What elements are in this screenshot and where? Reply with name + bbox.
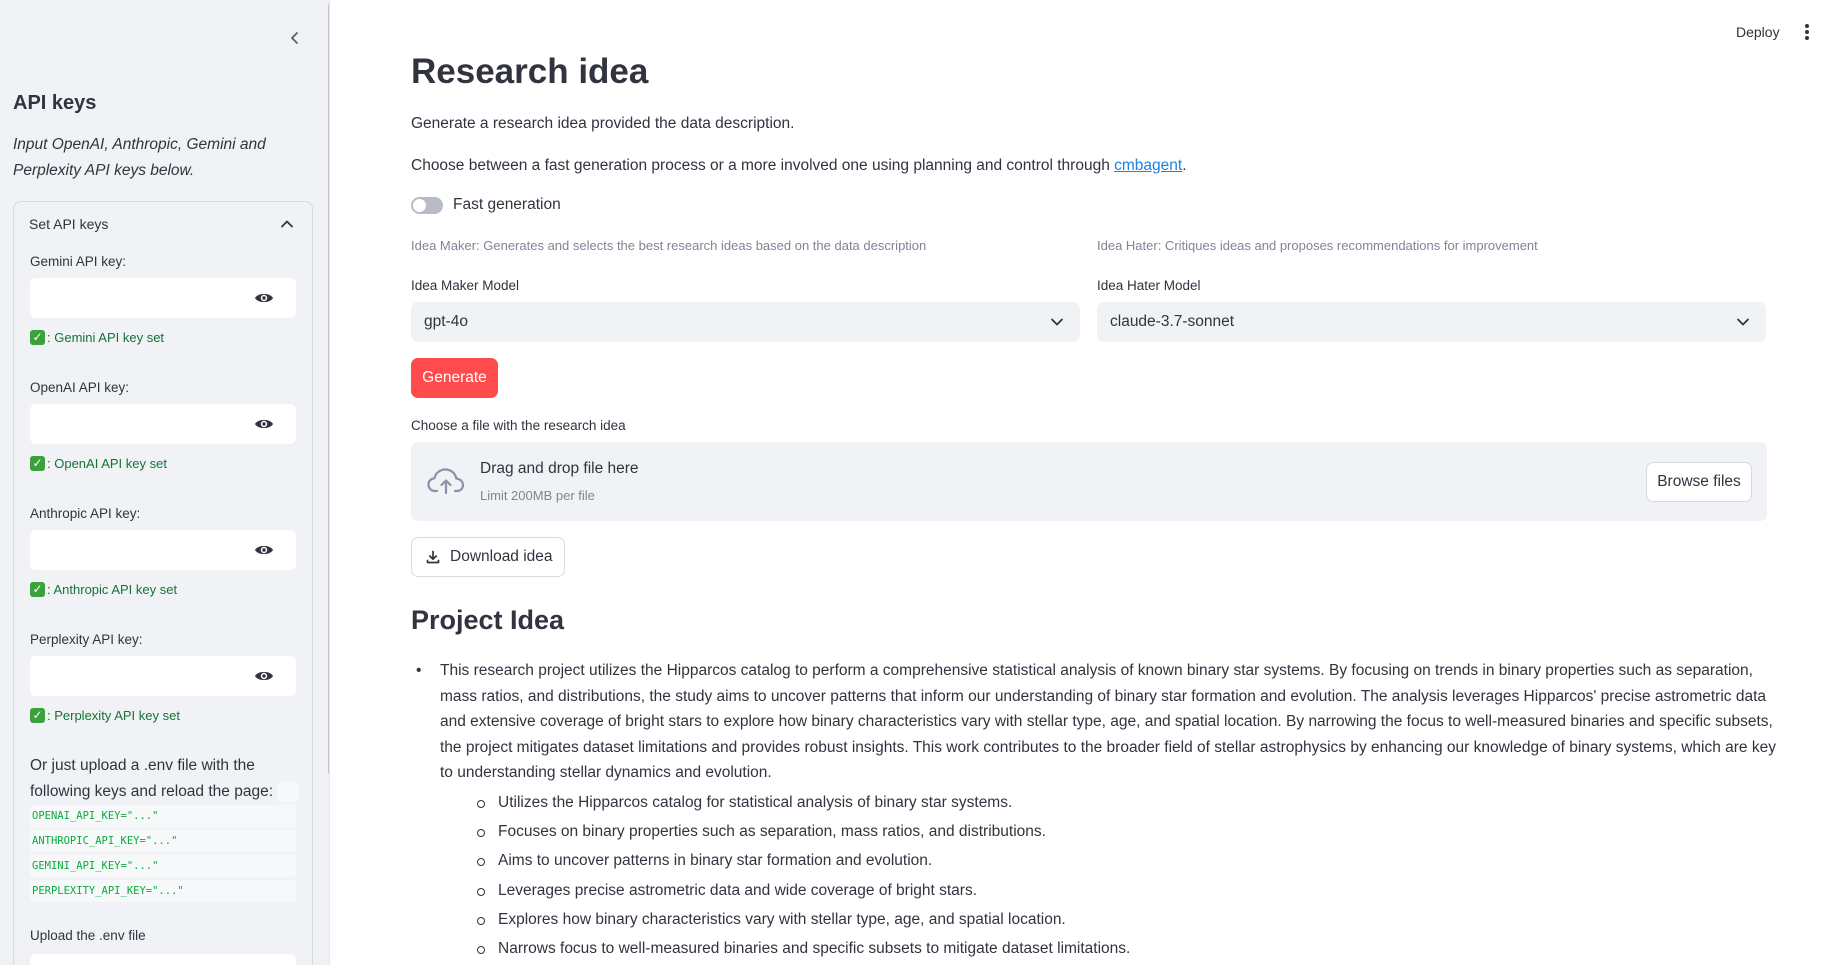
idea-maker-model-select[interactable]: gpt-4o — [411, 302, 1080, 342]
gemini-key-label: Gemini API key: — [30, 254, 127, 269]
env-code-line: OPENAI_API_KEY="..." — [30, 805, 296, 827]
cloud-upload-icon — [427, 468, 465, 495]
dropzone-title: Drag and drop file here — [480, 460, 639, 477]
gemini-key-input[interactable] — [30, 278, 296, 318]
generate-button[interactable]: Generate — [411, 358, 498, 398]
list-item: Narrows focus to well-measured binaries … — [477, 936, 1791, 965]
anthropic-status-text: : Anthropic API key set — [47, 582, 178, 597]
list-item: Explores how binary characteristics vary… — [477, 907, 1791, 936]
openai-key-label: OpenAI API key: — [30, 380, 130, 395]
idea-hater-model-label: Idea Hater Model — [1097, 278, 1201, 293]
inline-code — [277, 781, 300, 802]
toggle-switch[interactable] — [411, 196, 443, 214]
env-upload-dropzone[interactable] — [30, 954, 296, 965]
chevron-up-icon — [281, 220, 293, 228]
project-idea-content: This research project utilizes the Hippa… — [411, 658, 1791, 965]
deploy-button[interactable]: Deploy — [1736, 24, 1780, 40]
eye-icon[interactable] — [254, 668, 274, 684]
eye-icon[interactable] — [254, 416, 274, 432]
anthropic-key-input[interactable] — [30, 530, 296, 570]
check-icon: ✓ — [30, 582, 45, 597]
file-upload-label: Choose a file with the research idea — [411, 418, 626, 433]
fast-generation-toggle[interactable]: Fast generation — [411, 196, 561, 214]
sidebar-scrollbar[interactable] — [328, 4, 329, 774]
check-icon: ✓ — [30, 330, 45, 345]
list-item: Leverages precise astrometric data and w… — [477, 878, 1791, 907]
env-instructions-text: Or just upload a .env file with the foll… — [30, 757, 273, 800]
list-item: Utilizes the Hipparcos catalog for stati… — [477, 790, 1791, 819]
idea-hater-caption: Idea Hater: Critiques ideas and proposes… — [1097, 238, 1538, 253]
choose-text-end: . — [1182, 157, 1187, 174]
collapse-sidebar-button[interactable] — [283, 26, 307, 50]
intro-text: Generate a research idea provided the da… — [411, 115, 795, 132]
idea-maker-caption: Idea Maker: Generates and selects the be… — [411, 238, 927, 253]
chevron-down-icon — [1737, 318, 1749, 326]
eye-icon[interactable] — [254, 290, 274, 306]
kebab-menu-icon[interactable] — [1801, 22, 1813, 42]
eye-icon[interactable] — [254, 542, 274, 558]
perplexity-key-status: ✓ : Perplexity API key set — [30, 708, 180, 723]
openai-key-input[interactable] — [30, 404, 296, 444]
toggle-label: Fast generation — [453, 196, 561, 213]
env-code-line: ANTHROPIC_API_KEY="..." — [30, 830, 296, 852]
api-keys-expander: Set API keys Gemini API key: ✓ : Gemini … — [13, 201, 313, 965]
openai-status-text: : OpenAI API key set — [47, 456, 167, 471]
env-instructions: Or just upload a .env file with the foll… — [30, 753, 300, 805]
idea-maker-model-label: Idea Maker Model — [411, 278, 520, 293]
browse-files-button[interactable]: Browse files — [1646, 462, 1752, 502]
download-idea-label: Download idea — [450, 548, 553, 565]
gemini-status-text: : Gemini API key set — [47, 330, 165, 345]
gemini-key-status: ✓ : Gemini API key set — [30, 330, 164, 345]
project-paragraph: This research project utilizes the Hippa… — [440, 662, 1776, 781]
chevron-left-icon — [291, 32, 298, 44]
env-code-line: GEMINI_API_KEY="..." — [30, 855, 296, 877]
list-item: Focuses on binary properties such as sep… — [477, 819, 1791, 848]
perplexity-key-label: Perplexity API key: — [30, 632, 143, 647]
sidebar-title: API keys — [13, 92, 97, 114]
perplexity-key-input[interactable] — [30, 656, 296, 696]
check-icon: ✓ — [30, 708, 45, 723]
expander-title: Set API keys — [29, 216, 109, 232]
idea-maker-model-value: gpt-4o — [424, 313, 468, 330]
idea-hater-model-value: claude-3.7-sonnet — [1110, 313, 1235, 330]
sidebar-description: Input OpenAI, Anthropic, Gemini and Perp… — [13, 136, 266, 179]
choose-text-body: Choose between a fast generation process… — [411, 157, 1115, 174]
expander-header[interactable]: Set API keys — [14, 202, 312, 246]
main-content: Deploy Research idea Generate a research… — [331, 0, 1845, 965]
sidebar: API keys Input OpenAI, Anthropic, Gemini… — [0, 0, 330, 965]
anthropic-key-label: Anthropic API key: — [30, 506, 141, 521]
chevron-down-icon — [1051, 318, 1063, 326]
download-icon — [426, 550, 440, 564]
choose-text: Choose between a fast generation process… — [411, 157, 1187, 175]
dropzone-limit: Limit 200MB per file — [480, 488, 595, 503]
anthropic-key-status: ✓ : Anthropic API key set — [30, 582, 177, 597]
project-idea-heading: Project Idea — [411, 605, 565, 635]
download-idea-button[interactable]: Download idea — [411, 537, 565, 577]
list-item: Aims to uncover patterns in binary star … — [477, 848, 1791, 877]
file-dropzone[interactable]: Drag and drop file here Limit 200MB per … — [411, 442, 1767, 521]
cmbagent-link[interactable]: cmbagent — [1114, 157, 1182, 174]
openai-key-status: ✓ : OpenAI API key set — [30, 456, 167, 471]
list-item: This research project utilizes the Hippa… — [411, 658, 1791, 965]
env-code-line: PERPLEXITY_API_KEY="..." — [30, 880, 296, 902]
idea-hater-model-select[interactable]: claude-3.7-sonnet — [1097, 302, 1766, 342]
perplexity-status-text: : Perplexity API key set — [47, 708, 180, 723]
env-upload-label: Upload the .env file — [30, 928, 146, 943]
project-points-list: Utilizes the Hipparcos catalog for stati… — [440, 790, 1791, 965]
page-title: Research idea — [411, 52, 649, 91]
check-icon: ✓ — [30, 456, 45, 471]
